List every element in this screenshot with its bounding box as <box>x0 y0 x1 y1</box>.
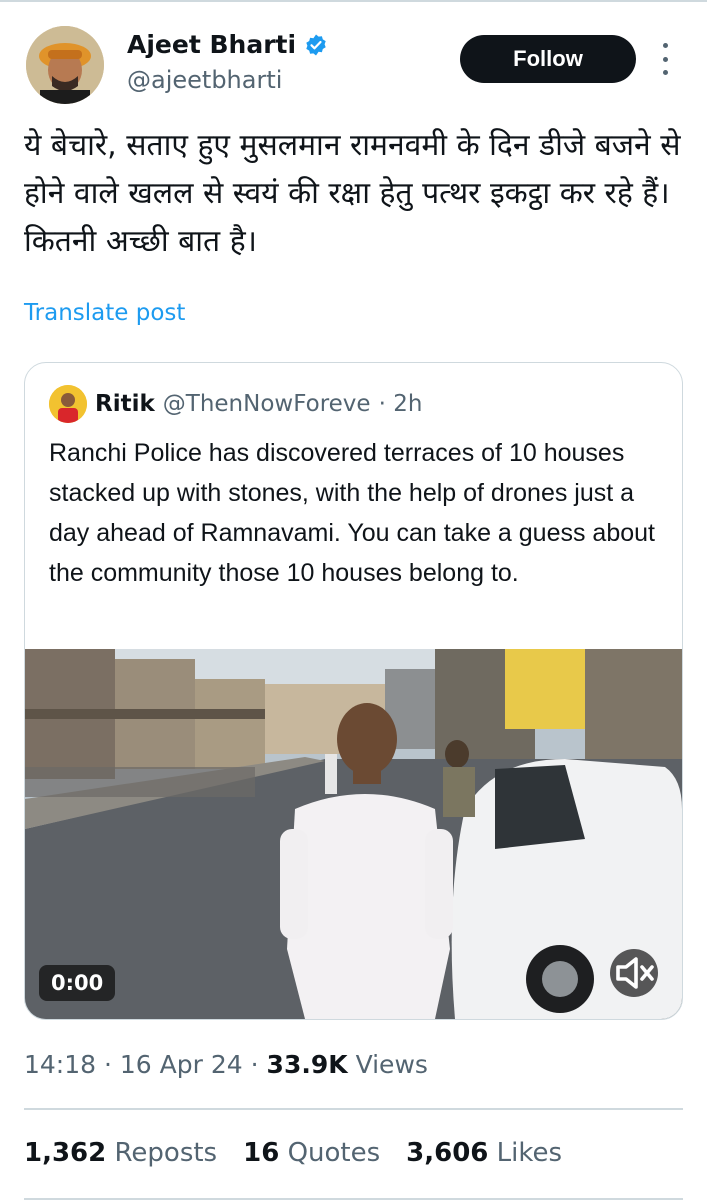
verified-badge-icon <box>306 34 326 55</box>
follow-button[interactable]: Follow <box>460 35 636 83</box>
author-name-row: Ajeet Bharti <box>127 30 328 59</box>
dot <box>662 43 668 48</box>
author-name[interactable]: Ajeet Bharti <box>127 30 296 59</box>
reposts-stat[interactable]: 1,362 Reposts <box>24 1138 217 1168</box>
video-player[interactable]: 0:00 <box>25 649 682 1019</box>
quoted-post-text: Ranchi Police has discovered terraces of… <box>49 439 655 587</box>
quoted-post-card[interactable]: Ritik @ThenNowForeve · 2h Ranchi Police … <box>24 362 683 1020</box>
quoted-author-avatar[interactable] <box>49 385 87 423</box>
speaker-muted-icon <box>616 957 654 989</box>
likes-label: Likes <box>496 1138 563 1168</box>
views-label: Views <box>355 1050 428 1079</box>
divider <box>24 1198 683 1200</box>
post-text: ये बेचारे, सताए हुए मुसलमान रामनवमी के द… <box>24 128 681 259</box>
views-count: 33.9K <box>266 1050 348 1079</box>
dot <box>662 56 668 62</box>
post-stats: 1,362 Reposts 16 Quotes 3,606 Likes <box>24 1138 562 1168</box>
quotes-stat[interactable]: 16 Quotes <box>243 1138 380 1168</box>
mute-button[interactable] <box>610 949 658 997</box>
author-avatar-image <box>26 26 104 104</box>
separator: · <box>250 1050 259 1079</box>
post-meta: 14:18 · 16 Apr 24 · 33.9K Views <box>24 1050 428 1079</box>
more-options-icon[interactable] <box>658 43 672 75</box>
post-time[interactable]: 14:18 <box>24 1050 96 1079</box>
divider <box>24 1108 683 1110</box>
quoted-author-handle[interactable]: @ThenNowForeve <box>163 391 371 417</box>
post-header: Ajeet Bharti @ajeetbharti Follow <box>0 0 707 120</box>
video-frame <box>25 649 682 1019</box>
video-time-badge: 0:00 <box>39 965 116 1001</box>
quotes-label: Quotes <box>287 1138 381 1168</box>
dot <box>662 70 668 75</box>
separator: · <box>104 1050 112 1079</box>
quoted-author-name[interactable]: Ritik <box>95 391 155 417</box>
likes-count: 3,606 <box>406 1138 489 1168</box>
author-avatar[interactable] <box>26 26 104 104</box>
quoted-post-header: Ritik @ThenNowForeve · 2h <box>49 385 422 423</box>
author-handle[interactable]: @ajeetbharti <box>127 66 282 94</box>
translate-post-link[interactable]: Translate post <box>24 300 185 326</box>
post-date[interactable]: 16 Apr 24 <box>120 1050 243 1079</box>
quoted-post-time: · 2h <box>378 391 423 417</box>
reposts-count: 1,362 <box>24 1138 107 1168</box>
likes-stat[interactable]: 3,606 Likes <box>406 1138 562 1168</box>
quoted-avatar-image <box>49 385 87 423</box>
reposts-label: Reposts <box>114 1138 218 1168</box>
quotes-count: 16 <box>243 1138 280 1168</box>
